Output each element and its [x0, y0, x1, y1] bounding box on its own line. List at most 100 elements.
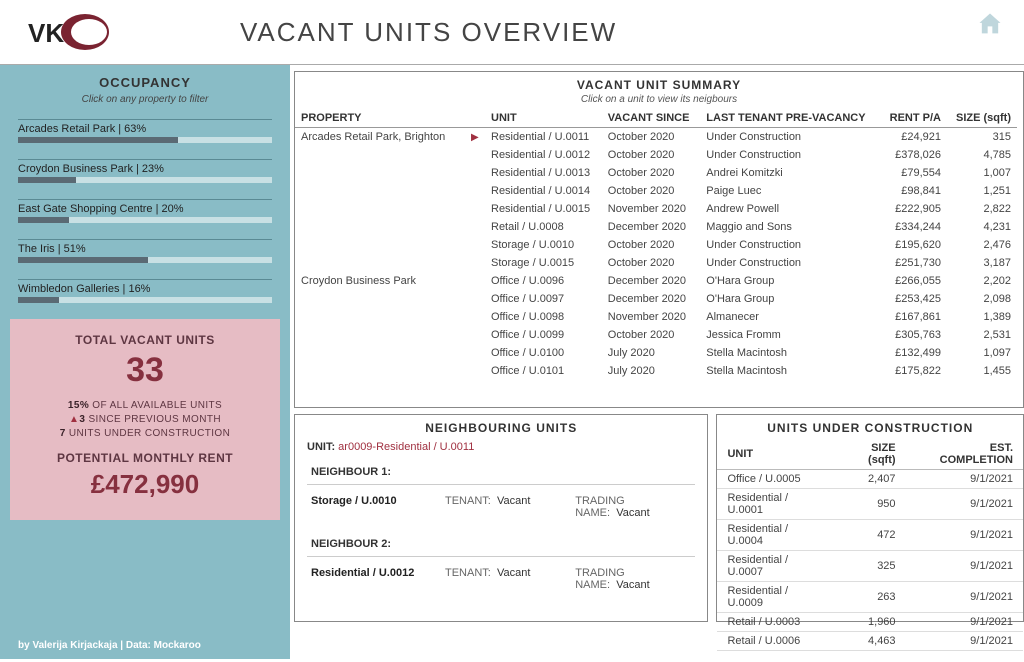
- tenant-cell: O'Hara Group: [700, 290, 880, 308]
- since-cell: October 2020: [602, 128, 701, 147]
- tenant-cell: Under Construction: [700, 236, 880, 254]
- since-cell: July 2020: [602, 344, 701, 362]
- since-cell: December 2020: [602, 218, 701, 236]
- since-cell: October 2020: [602, 146, 701, 164]
- table-row: Retail / U.00064,4639/1/2021: [717, 632, 1023, 651]
- summary-panel: VACANT UNIT SUMMARY Click on a unit to v…: [294, 71, 1024, 408]
- table-row[interactable]: Croydon Business ParkOffice / U.0096Dece…: [295, 272, 1017, 290]
- size-cell: 3,187: [947, 254, 1017, 272]
- unit-cell: Office / U.0099: [485, 326, 602, 344]
- occupancy-bar: [18, 177, 272, 183]
- since-cell: October 2020: [602, 164, 701, 182]
- n1-tenant: TENANT: Vacant: [445, 495, 561, 519]
- tenant-cell: Under Construction: [700, 128, 880, 147]
- rent-cell: £79,554: [880, 164, 947, 182]
- bottom-row: NEIGHBOURING UNITS UNIT: ar0009-Resident…: [294, 414, 1024, 659]
- property-cell: Croydon Business Park: [295, 272, 465, 380]
- summary-table: PROPERTY UNIT VACANT SINCE LAST TENANT P…: [295, 109, 1017, 380]
- rent-cell: £305,763: [880, 326, 947, 344]
- tenant-cell: Paige Luec: [700, 182, 880, 200]
- table-row: Residential / U.00092639/1/2021: [717, 582, 1023, 613]
- rent-cell: £378,026: [880, 146, 947, 164]
- size-cell: 1,455: [947, 362, 1017, 380]
- since-cell: July 2020: [602, 362, 701, 380]
- col-property: PROPERTY: [295, 109, 465, 128]
- tenant-cell: Under Construction: [700, 146, 880, 164]
- occupancy-item-label: Arcades Retail Park | 63%: [18, 119, 272, 135]
- rent-cell: £253,425: [880, 290, 947, 308]
- unit-cell: Residential / U.0014: [485, 182, 602, 200]
- occupancy-bar: [18, 217, 272, 223]
- table-row[interactable]: Arcades Retail Park, Brighton▶Residentia…: [295, 128, 1017, 147]
- tenant-cell: Andrew Powell: [700, 200, 880, 218]
- rent-cell: £266,055: [880, 272, 947, 290]
- size-cell: 1,251: [947, 182, 1017, 200]
- occupancy-item-label: The Iris | 51%: [18, 239, 272, 255]
- total-vacant-label: TOTAL VACANT UNITS: [24, 333, 266, 347]
- occupancy-hint: Click on any property to filter: [18, 94, 272, 105]
- occupancy-item[interactable]: Arcades Retail Park | 63%: [18, 119, 272, 143]
- construction-table: UNIT SIZE (sqft) EST. COMPLETION Office …: [717, 439, 1023, 651]
- tenant-cell: Jessica Fromm: [700, 326, 880, 344]
- size-cell: 2,822: [947, 200, 1017, 218]
- main: OCCUPANCY Click on any property to filte…: [0, 65, 1024, 659]
- cons-col-date: EST. COMPLETION: [906, 439, 1023, 470]
- table-row: Residential / U.00019509/1/2021: [717, 489, 1023, 520]
- unit-cell: Retail / U.0008: [485, 218, 602, 236]
- summary-scroll[interactable]: PROPERTY UNIT VACANT SINCE LAST TENANT P…: [295, 109, 1023, 389]
- home-icon[interactable]: [976, 10, 1004, 38]
- occupancy-item-label: Wimbledon Galleries | 16%: [18, 279, 272, 295]
- occupancy-item[interactable]: The Iris | 51%: [18, 239, 272, 263]
- content: VACANT UNIT SUMMARY Click on a unit to v…: [290, 65, 1024, 659]
- since-cell: November 2020: [602, 308, 701, 326]
- credits: by Valerija Kirjackaja | Data: Mockaroo: [0, 632, 290, 659]
- unit-cell: Office / U.0097: [485, 290, 602, 308]
- table-row: Residential / U.00044729/1/2021: [717, 520, 1023, 551]
- occupancy-title: OCCUPANCY: [18, 75, 272, 90]
- unit-cell: Office / U.0096: [485, 272, 602, 290]
- table-row: Office / U.00052,4079/1/2021: [717, 470, 1023, 489]
- sidebar: OCCUPANCY Click on any property to filte…: [0, 65, 290, 659]
- since-cell: October 2020: [602, 236, 701, 254]
- n2-unit: Residential / U.0012: [311, 567, 431, 591]
- rent-cell: £334,244: [880, 218, 947, 236]
- tenant-cell: Stella Macintosh: [700, 362, 880, 380]
- tenant-cell: Stella Macintosh: [700, 344, 880, 362]
- occupancy-item[interactable]: Wimbledon Galleries | 16%: [18, 279, 272, 303]
- svg-text:VK: VK: [28, 18, 64, 48]
- table-row: Residential / U.00073259/1/2021: [717, 551, 1023, 582]
- tenant-cell: Maggio and Sons: [700, 218, 880, 236]
- unit-cell: Residential / U.0013: [485, 164, 602, 182]
- change-line: ▲3 SINCE PREVIOUS MONTH: [24, 414, 266, 425]
- metrics-box: TOTAL VACANT UNITS 33 15% OF ALL AVAILAB…: [10, 319, 280, 520]
- occupancy-item-label: East Gate Shopping Centre | 20%: [18, 199, 272, 215]
- unit-cell: Office / U.0101: [485, 362, 602, 380]
- rent-cell: £132,499: [880, 344, 947, 362]
- rent-cell: £98,841: [880, 182, 947, 200]
- col-since: VACANT SINCE: [602, 109, 701, 128]
- occupancy-item[interactable]: East Gate Shopping Centre | 20%: [18, 199, 272, 223]
- neighbour-1: NEIGHBOUR 1: Storage / U.0010 TENANT: Va…: [307, 461, 695, 529]
- occupancy-bar: [18, 137, 272, 143]
- cons-col-unit: UNIT: [717, 439, 832, 470]
- pct-available-line: 15% OF ALL AVAILABLE UNITS: [24, 400, 266, 411]
- rent-cell: £251,730: [880, 254, 947, 272]
- header: VK VACANT UNITS OVERVIEW: [0, 0, 1024, 65]
- page-title: VACANT UNITS OVERVIEW: [240, 17, 617, 48]
- rent-cell: £222,905: [880, 200, 947, 218]
- tenant-cell: Andrei Komitzki: [700, 164, 880, 182]
- since-cell: October 2020: [602, 326, 701, 344]
- n1-unit: Storage / U.0010: [311, 495, 431, 519]
- logo-svg: VK: [20, 8, 110, 56]
- occupancy-item[interactable]: Croydon Business Park | 23%: [18, 159, 272, 183]
- construction-title: UNITS UNDER CONSTRUCTION: [717, 415, 1023, 437]
- since-cell: November 2020: [602, 200, 701, 218]
- size-cell: 2,202: [947, 272, 1017, 290]
- n2-trading: TRADING NAME: Vacant: [575, 567, 691, 591]
- tenant-cell: Under Construction: [700, 254, 880, 272]
- rent-cell: £195,620: [880, 236, 947, 254]
- size-cell: 1,097: [947, 344, 1017, 362]
- size-cell: 2,476: [947, 236, 1017, 254]
- rent-label: POTENTIAL MONTHLY RENT: [24, 451, 266, 465]
- tenant-cell: O'Hara Group: [700, 272, 880, 290]
